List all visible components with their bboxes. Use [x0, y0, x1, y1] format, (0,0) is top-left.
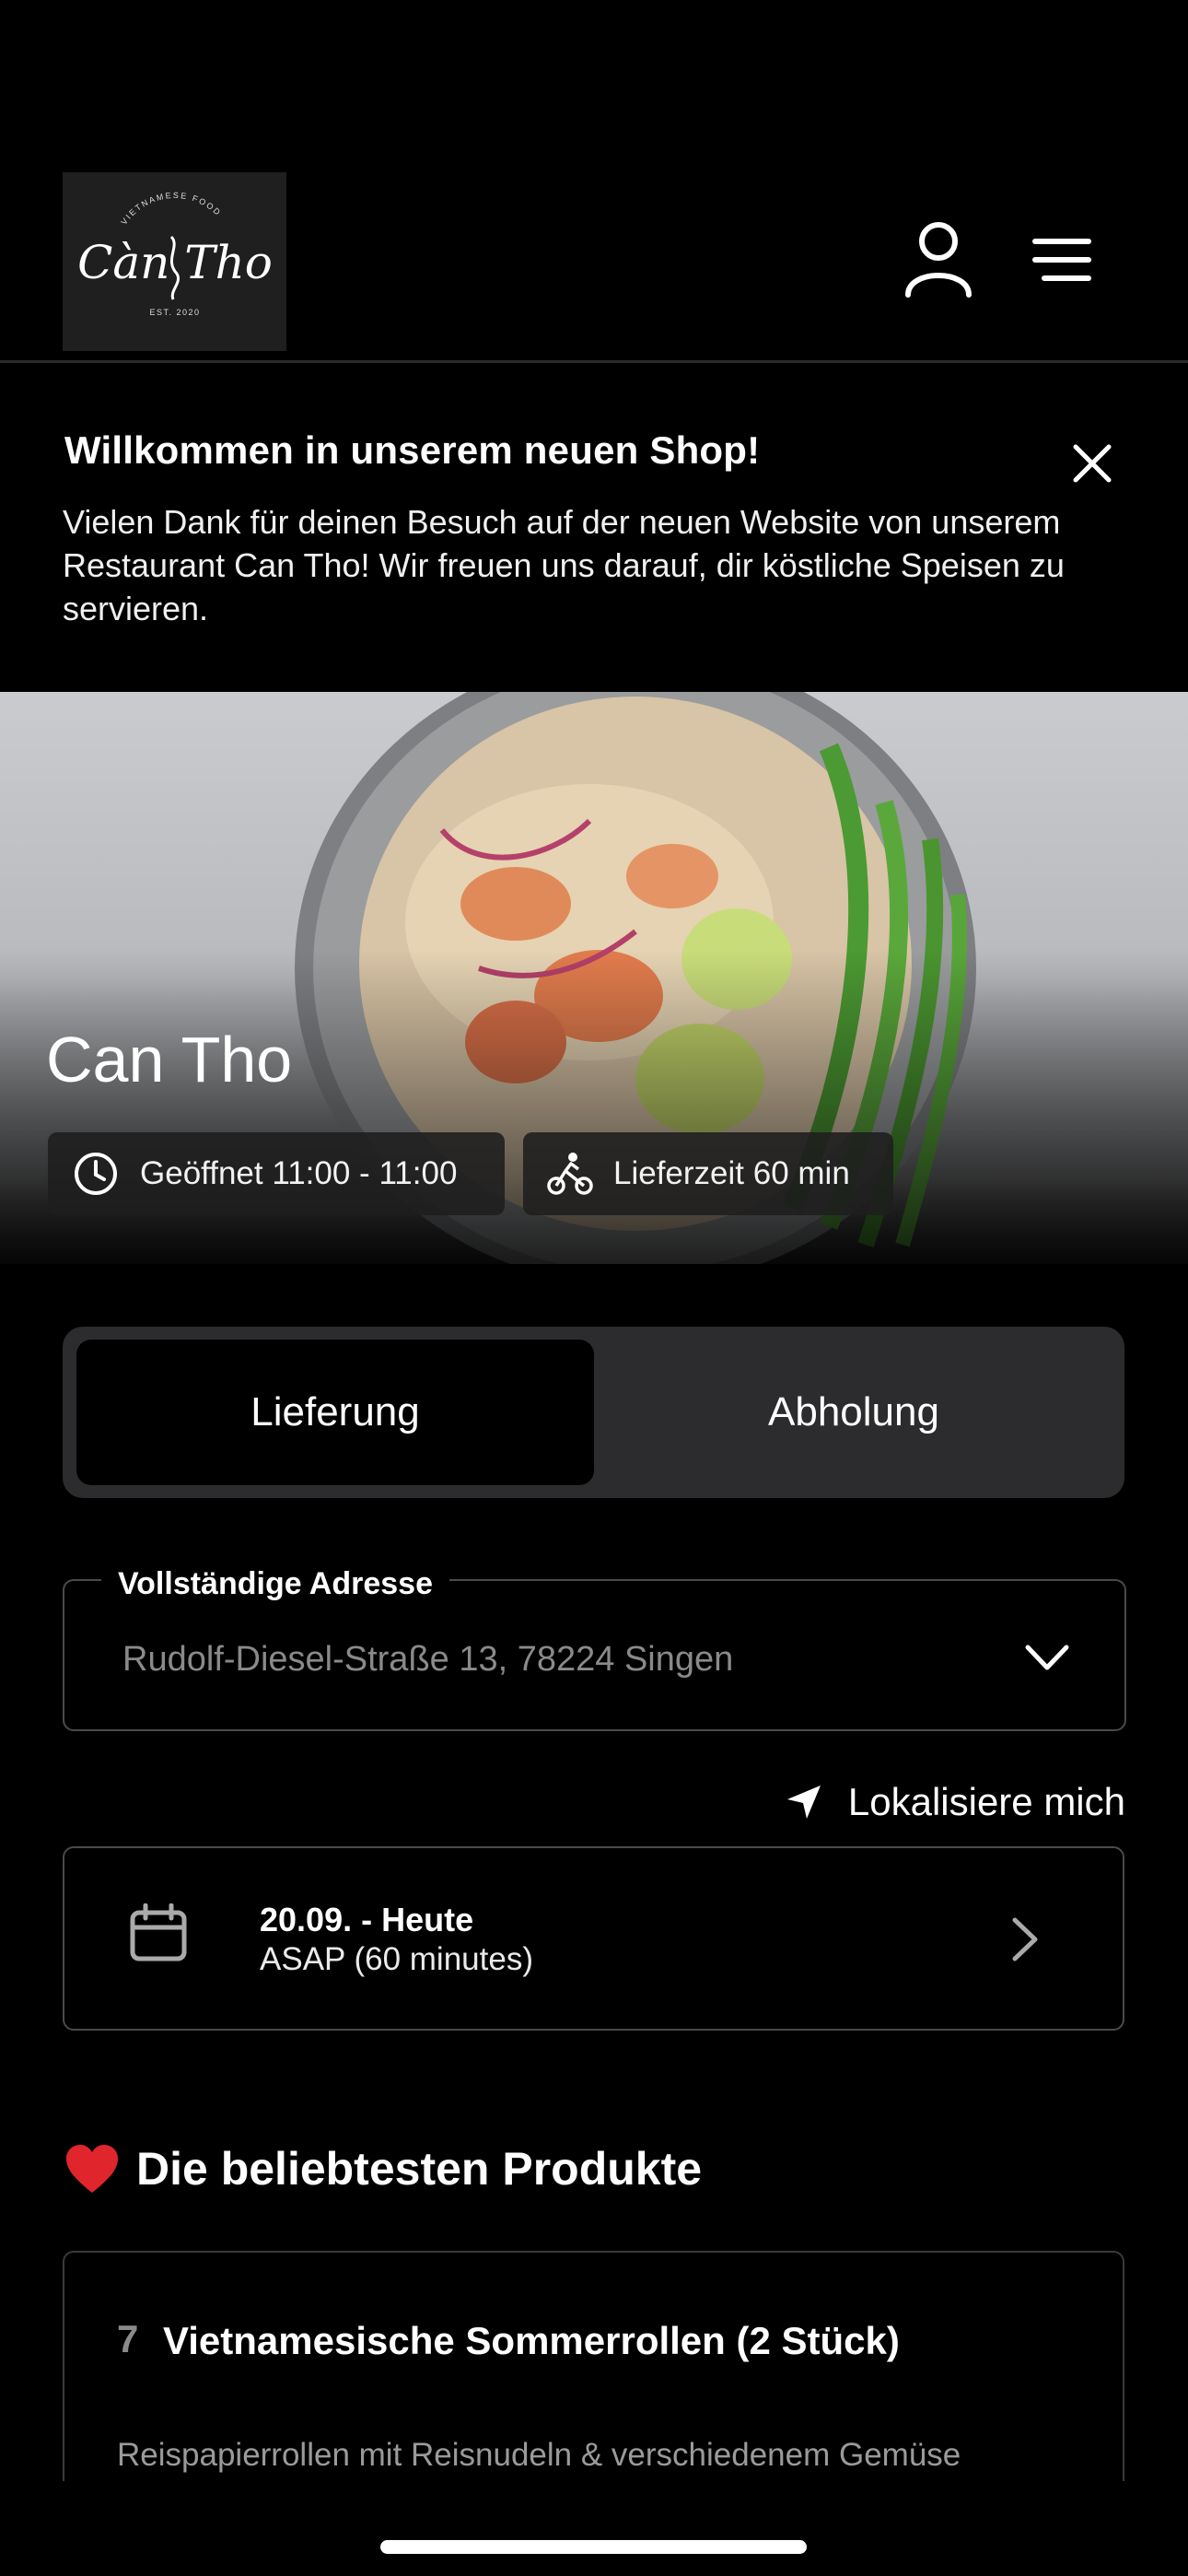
- delivery-date: 20.09. - Heute: [260, 1901, 474, 1938]
- calendar-icon: [129, 1903, 188, 1967]
- order-mode-toggle: Lieferung Abholung: [63, 1327, 1124, 1498]
- pickup-tab[interactable]: Abholung: [595, 1340, 1112, 1485]
- restaurant-name: Can Tho: [46, 1024, 293, 1095]
- delivery-time-value: ASAP (60 minutes): [260, 1941, 533, 1977]
- bottom-safe-area: [0, 2481, 1188, 2576]
- delivery-time-chip: Lieferzeit 60 min: [523, 1132, 893, 1215]
- heart-icon: [66, 2145, 118, 2193]
- banner-body: Vielen Dank für deinen Besuch auf der ne…: [63, 503, 1065, 627]
- opening-hours-chip: Geöffnet 11:00 - 11:00: [48, 1132, 505, 1215]
- hamburger-menu-icon[interactable]: [1030, 221, 1096, 303]
- chevron-down-icon[interactable]: [1024, 1642, 1070, 1678]
- close-icon[interactable]: [1068, 439, 1116, 487]
- popular-products-heading: Die beliebtesten Produkte: [64, 2142, 702, 2195]
- opening-hours-text: Geöffnet 11:00 - 11:00: [140, 1155, 458, 1191]
- clock-icon: [75, 1153, 117, 1195]
- svg-text:EST. 2020: EST. 2020: [149, 308, 200, 317]
- banner-title: Willkommen in unserem neuen Shop!: [64, 428, 761, 472]
- chevron-right-icon: [1009, 1916, 1041, 1967]
- popular-products-title: Die beliebtesten Produkte: [136, 2143, 703, 2195]
- delivery-time-text: Lieferzeit 60 min: [613, 1155, 850, 1191]
- location-arrow-icon: [786, 1786, 821, 1819]
- product-title: Vietnamesische Sommerrollen (2 Stück): [163, 2319, 900, 2362]
- user-icon[interactable]: [903, 221, 974, 303]
- svg-text:VIETNAMESE FOOD: VIETNAMESE FOOD: [119, 191, 223, 227]
- delivery-time-selector[interactable]: [63, 1846, 1124, 2031]
- address-label: Vollständige Adresse: [101, 1566, 449, 1602]
- locate-me-button[interactable]: Lokalisiere mich: [755, 1776, 1125, 1828]
- delivery-tab[interactable]: Lieferung: [76, 1340, 594, 1485]
- home-indicator[interactable]: [380, 2540, 807, 2554]
- locate-me-label: Lokalisiere mich: [847, 1780, 1125, 1823]
- address-value: Rudolf-Diesel-Straße 13, 78224 Singen: [122, 1640, 734, 1679]
- bike-courier-icon: [547, 1153, 593, 1195]
- product-description: Reispapierrollen mit Reisnudeln & versch…: [117, 2437, 961, 2473]
- restaurant-logo[interactable]: VIETNAMESE FOOD Càn Tho EST. 2020: [63, 172, 286, 351]
